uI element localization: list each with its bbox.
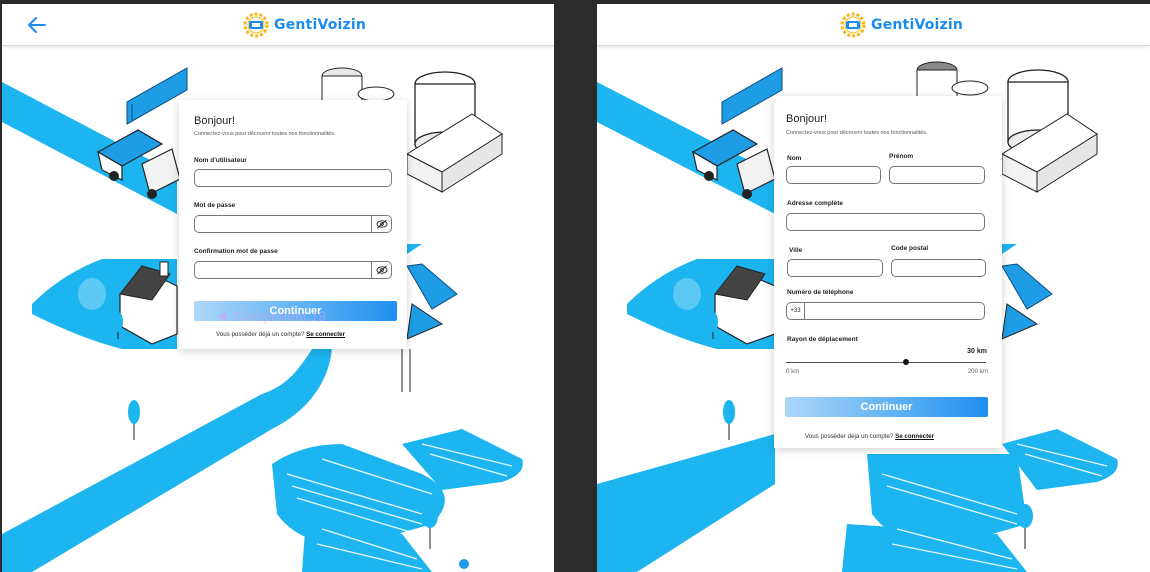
adresse-label: Adresse complète <box>787 200 843 207</box>
brand-logo: GentiVoizin <box>839 10 963 40</box>
telephone-input[interactable]: +33 <box>786 302 985 320</box>
eye-off-icon <box>376 265 387 275</box>
continue-button[interactable]: Continuer <box>785 397 988 417</box>
username-label: Nom d'utilisateur <box>194 157 247 164</box>
app-header: GentiVoizin <box>2 4 554 46</box>
eye-off-icon <box>376 219 387 229</box>
toggle-confirm-visibility-button[interactable] <box>371 262 391 278</box>
back-button[interactable] <box>26 14 48 36</box>
telephone-label: Numéro de téléphone <box>787 289 854 296</box>
ville-input[interactable] <box>787 259 883 277</box>
card-subtitle: Connectez-vous pour découvrir toutes nos… <box>194 131 336 137</box>
nom-label: Nom <box>787 155 802 162</box>
login-card: Bonjour! Connectez-vous pour découvrir t… <box>179 100 407 349</box>
sign-in-link[interactable]: Se connecter <box>895 433 934 440</box>
brand-logo: GentiVoizin <box>242 10 366 40</box>
password-label: Mot de passe <box>194 202 236 209</box>
rayon-value: 30 km <box>967 348 987 355</box>
range-min-label: 0 km <box>786 368 800 375</box>
sign-in-link[interactable]: Se connecter <box>306 331 345 338</box>
continue-button[interactable]: Continuer <box>194 301 397 321</box>
confirm-password-label: Confirmation mot de passe <box>194 248 278 255</box>
password-input[interactable] <box>194 215 392 233</box>
card-title: Bonjour! <box>786 113 827 125</box>
app-header: GentiVoizin <box>597 4 1150 46</box>
slider-thumb[interactable] <box>903 359 909 365</box>
footer-text: Vous posséder déjà un compte? <box>216 331 305 338</box>
nom-input[interactable] <box>786 166 881 184</box>
prenom-label: Prénom <box>889 153 914 160</box>
rayon-slider[interactable] <box>786 358 986 368</box>
login-screen: GentiVoizin Bonjour! Connectez-vous pour… <box>2 4 554 572</box>
gear-logo-icon <box>840 12 866 38</box>
toggle-password-visibility-button[interactable] <box>371 216 391 232</box>
ville-label: Ville <box>789 247 803 254</box>
slider-track <box>786 362 986 363</box>
gear-logo-icon <box>243 12 269 38</box>
adresse-input[interactable] <box>786 213 985 231</box>
continue-button-label: Continuer <box>860 401 913 413</box>
continue-button-label: Continuer <box>269 305 322 317</box>
signup-screen: GentiVoizin Bonjour! Connectez-vous pour… <box>597 4 1150 572</box>
confirm-password-input[interactable] <box>194 261 392 279</box>
card-title: Bonjour! <box>194 115 235 127</box>
phone-prefix: +33 <box>787 303 805 319</box>
signup-card: Bonjour! Connectez-vous pour découvrir t… <box>774 96 1002 448</box>
card-subtitle: Connectez-vous pour découvrir toutes nos… <box>786 130 928 136</box>
brand-name: GentiVoizin <box>274 17 367 33</box>
arrow-left-icon <box>28 17 46 33</box>
prenom-input[interactable] <box>889 166 985 184</box>
code-postal-label: Code postal <box>891 245 929 252</box>
footer-text: Vous posséder déjà un compte? <box>805 433 894 440</box>
signup-footer: Vous posséder déjà un compte? Se connect… <box>805 433 934 440</box>
username-input[interactable] <box>194 169 392 187</box>
brand-name: GentiVoizin <box>871 17 964 33</box>
range-max-label: 200 km <box>967 368 988 375</box>
code-postal-input[interactable] <box>891 259 986 277</box>
login-footer: Vous posséder déjà un compte? Se connect… <box>216 331 345 338</box>
rayon-label: Rayon de déplacement <box>787 336 858 343</box>
